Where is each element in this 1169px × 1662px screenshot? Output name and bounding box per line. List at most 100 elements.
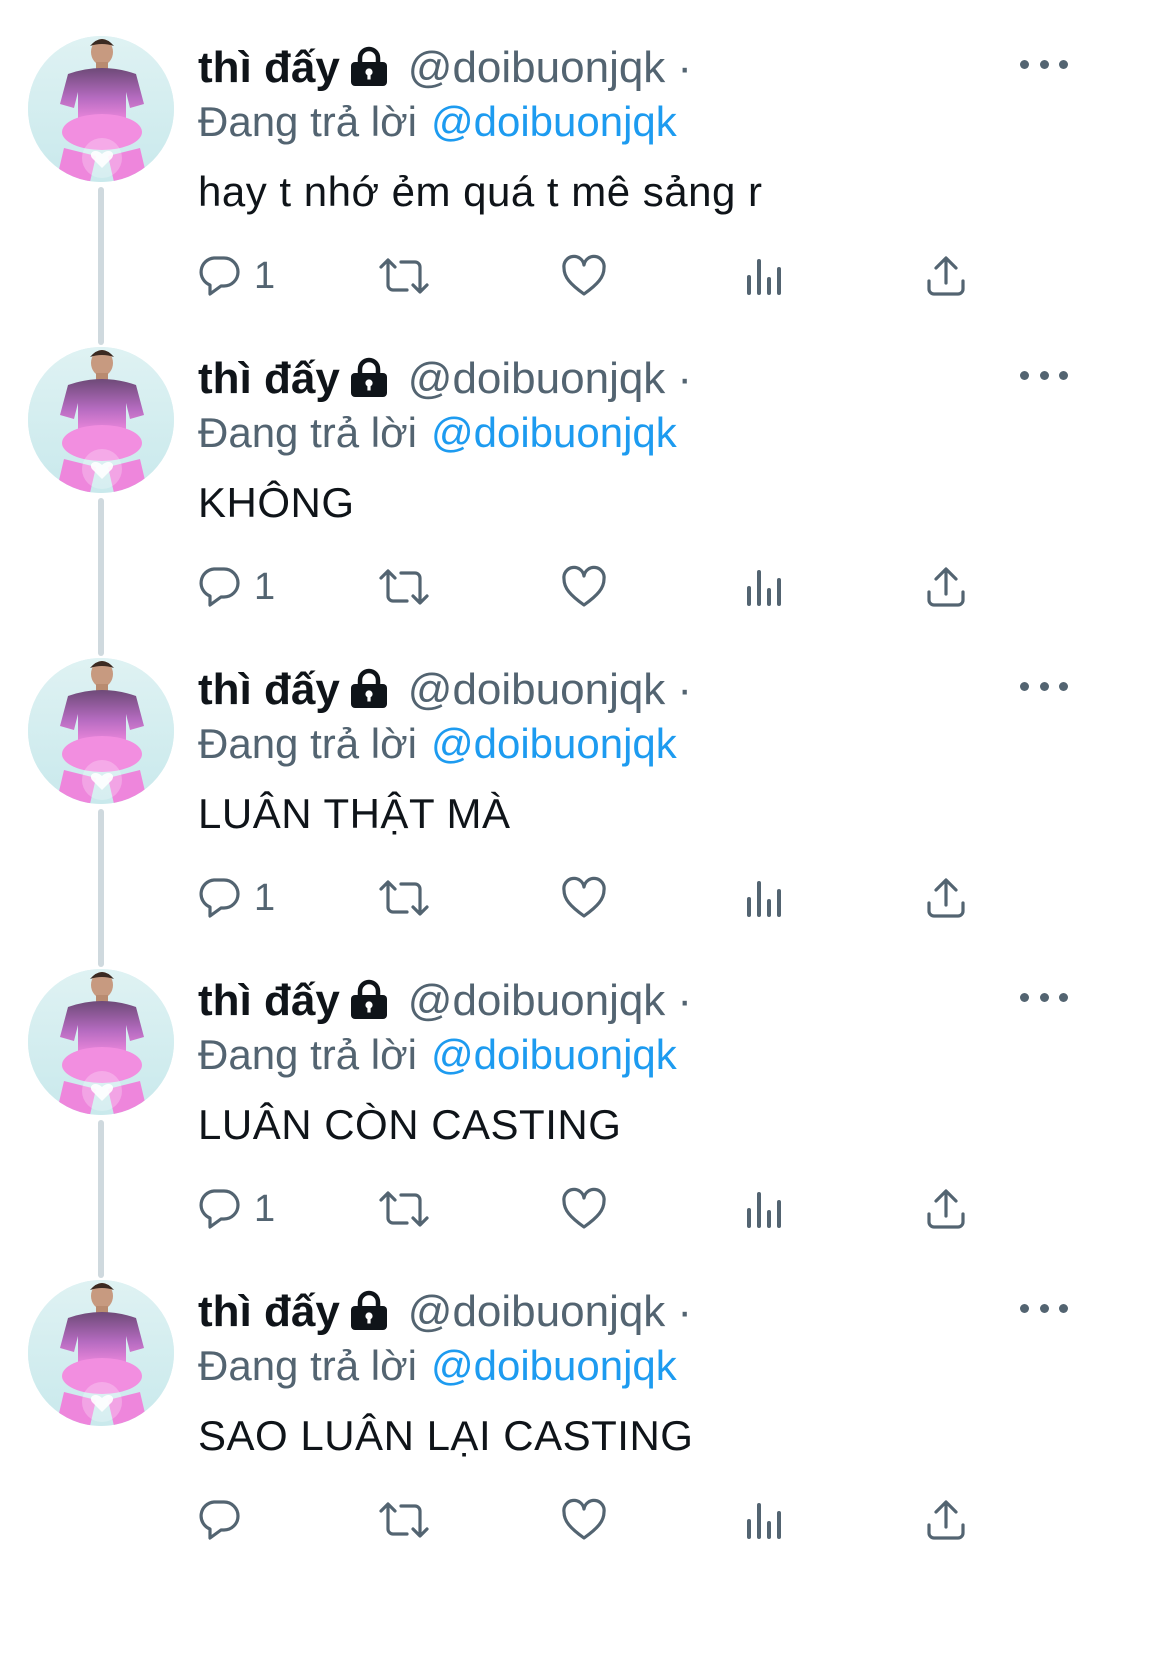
- lock-icon: [348, 978, 390, 1025]
- reply-button[interactable]: [196, 1494, 254, 1546]
- avatar[interactable]: [28, 658, 174, 804]
- reply-thread: thì đấy @doibuonjqk · Đang trả lời @doib…: [0, 0, 1169, 1662]
- separator-dot: ·: [677, 976, 692, 1025]
- more-options-icon[interactable]: [1020, 983, 1068, 1011]
- heart-icon: [560, 1497, 608, 1543]
- tweet[interactable]: thì đấy @doibuonjqk · Đang trả lời @doib…: [0, 1244, 1169, 1574]
- separator-dot: ·: [677, 1287, 692, 1336]
- replying-to-label: Đang trả lời: [198, 98, 417, 145]
- tweet[interactable]: thì đấy @doibuonjqk · Đang trả lời @doib…: [0, 0, 1169, 345]
- analytics-icon: [744, 1497, 784, 1543]
- share-button[interactable]: [924, 1183, 968, 1235]
- analytics-button[interactable]: [744, 561, 784, 613]
- more-options-icon[interactable]: [1020, 1294, 1068, 1322]
- avatar[interactable]: [28, 1280, 174, 1426]
- tweet-actions: 1: [196, 1183, 996, 1235]
- replying-to: Đang trả lời @doibuonjqk: [198, 1340, 677, 1392]
- display-name[interactable]: thì đấy: [198, 976, 340, 1026]
- analytics-button[interactable]: [744, 1494, 784, 1546]
- reply-button[interactable]: 1: [196, 250, 275, 302]
- reply-icon: [196, 564, 242, 610]
- share-icon: [924, 564, 968, 610]
- reply-button[interactable]: 1: [196, 561, 275, 613]
- reply-icon: [196, 1186, 242, 1232]
- tweet-header: thì đấy @doibuonjqk ·: [198, 662, 692, 718]
- tweet-text: LUÂN CÒN CASTING: [198, 1101, 622, 1148]
- lock-icon: [348, 667, 390, 714]
- display-name[interactable]: thì đấy: [198, 43, 340, 93]
- separator-dot: ·: [677, 43, 692, 92]
- reply-count: 1: [254, 1187, 276, 1230]
- analytics-button[interactable]: [744, 250, 784, 302]
- lock-icon: [348, 1289, 390, 1336]
- avatar[interactable]: [28, 969, 174, 1115]
- replying-to: Đang trả lời @doibuonjqk: [198, 407, 677, 459]
- analytics-button[interactable]: [744, 1183, 784, 1235]
- tweet[interactable]: thì đấy @doibuonjqk · Đang trả lời @doib…: [0, 933, 1169, 1278]
- tweet-actions: [196, 1494, 996, 1546]
- replying-to-user-link[interactable]: @doibuonjqk: [431, 98, 677, 146]
- retweet-button[interactable]: [376, 561, 432, 613]
- retweet-button[interactable]: [376, 1183, 432, 1235]
- more-options-icon[interactable]: [1020, 672, 1068, 700]
- lock-icon: [348, 356, 390, 403]
- tweet-text: KHÔNG: [198, 479, 355, 526]
- display-name[interactable]: thì đấy: [198, 1287, 340, 1337]
- tweet-text: hay t nhớ ẻm quá t mê sảng r: [198, 168, 763, 215]
- share-button[interactable]: [924, 1494, 968, 1546]
- tweet[interactable]: thì đấy @doibuonjqk · Đang trả lời @doib…: [0, 311, 1169, 656]
- lock-icon: [348, 45, 390, 92]
- tweet[interactable]: thì đấy @doibuonjqk · Đang trả lời @doib…: [0, 622, 1169, 967]
- share-button[interactable]: [924, 250, 968, 302]
- avatar[interactable]: [28, 36, 174, 182]
- retweet-button[interactable]: [376, 872, 432, 924]
- retweet-button[interactable]: [376, 250, 432, 302]
- tweet-header: thì đấy @doibuonjqk ·: [198, 40, 692, 96]
- reply-count: 1: [254, 565, 276, 608]
- username[interactable]: @doibuonjqk: [408, 354, 666, 404]
- reply-icon: [196, 253, 242, 299]
- heart-icon: [560, 875, 608, 921]
- retweet-button[interactable]: [376, 1494, 432, 1546]
- replying-to-user-link[interactable]: @doibuonjqk: [431, 720, 677, 768]
- retweet-icon: [376, 875, 432, 921]
- avatar[interactable]: [28, 347, 174, 493]
- replying-to-label: Đang trả lời: [198, 1031, 417, 1078]
- replying-to-label: Đang trả lời: [198, 409, 417, 456]
- share-button[interactable]: [924, 561, 968, 613]
- retweet-icon: [376, 1497, 432, 1543]
- more-options-icon[interactable]: [1020, 50, 1068, 78]
- reply-button[interactable]: 1: [196, 872, 275, 924]
- analytics-icon: [744, 564, 784, 610]
- replying-to-label: Đang trả lời: [198, 720, 417, 767]
- share-button[interactable]: [924, 872, 968, 924]
- username[interactable]: @doibuonjqk: [408, 976, 666, 1026]
- like-button[interactable]: [560, 561, 608, 613]
- heart-icon: [560, 564, 608, 610]
- like-button[interactable]: [560, 1494, 608, 1546]
- replying-to-user-link[interactable]: @doibuonjqk: [431, 409, 677, 457]
- analytics-button[interactable]: [744, 872, 784, 924]
- analytics-icon: [744, 1186, 784, 1232]
- reply-count: 1: [254, 876, 276, 919]
- username[interactable]: @doibuonjqk: [408, 665, 666, 715]
- reply-icon: [196, 1497, 242, 1543]
- replying-to-user-link[interactable]: @doibuonjqk: [431, 1031, 677, 1079]
- retweet-icon: [376, 1186, 432, 1232]
- like-button[interactable]: [560, 250, 608, 302]
- display-name[interactable]: thì đấy: [198, 665, 340, 715]
- tweet-header: thì đấy @doibuonjqk ·: [198, 351, 692, 407]
- replying-to: Đang trả lời @doibuonjqk: [198, 96, 677, 148]
- replying-to: Đang trả lời @doibuonjqk: [198, 1029, 677, 1081]
- replying-to-user-link[interactable]: @doibuonjqk: [431, 1342, 677, 1390]
- tweet-actions: 1: [196, 872, 996, 924]
- retweet-icon: [376, 564, 432, 610]
- username[interactable]: @doibuonjqk: [408, 43, 666, 93]
- more-options-icon[interactable]: [1020, 361, 1068, 389]
- like-button[interactable]: [560, 1183, 608, 1235]
- like-button[interactable]: [560, 872, 608, 924]
- reply-button[interactable]: 1: [196, 1183, 275, 1235]
- retweet-icon: [376, 253, 432, 299]
- username[interactable]: @doibuonjqk: [408, 1287, 666, 1337]
- display-name[interactable]: thì đấy: [198, 354, 340, 404]
